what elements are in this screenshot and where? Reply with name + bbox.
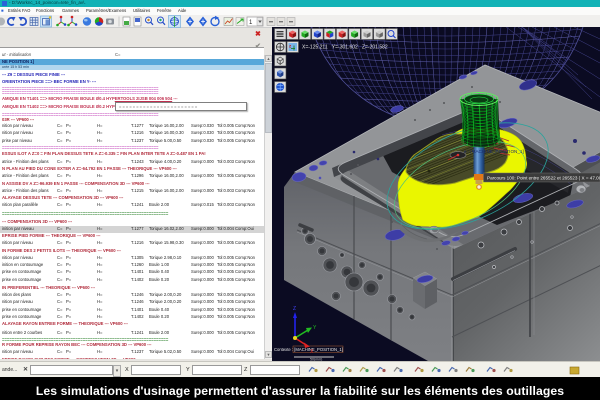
svg-text:Parcours 100: Point entre 265: Parcours 100: Point entre 265522 et 2655… [487,176,600,181]
svg-text:Z: Z [293,306,296,312]
svg-text:e : [MACHINE_POSITION_1]: e : [MACHINE_POSITION_1] [464,149,524,154]
svg-text:X=-125.211 Y=-301.602 Z=-2: X=-125.211 Y=-301.602 Z=-201.582 [302,45,388,51]
svg-text:Contexte : [MACHINE_POSITION_1: Contexte : [MACHINE_POSITION_1] [274,347,343,352]
